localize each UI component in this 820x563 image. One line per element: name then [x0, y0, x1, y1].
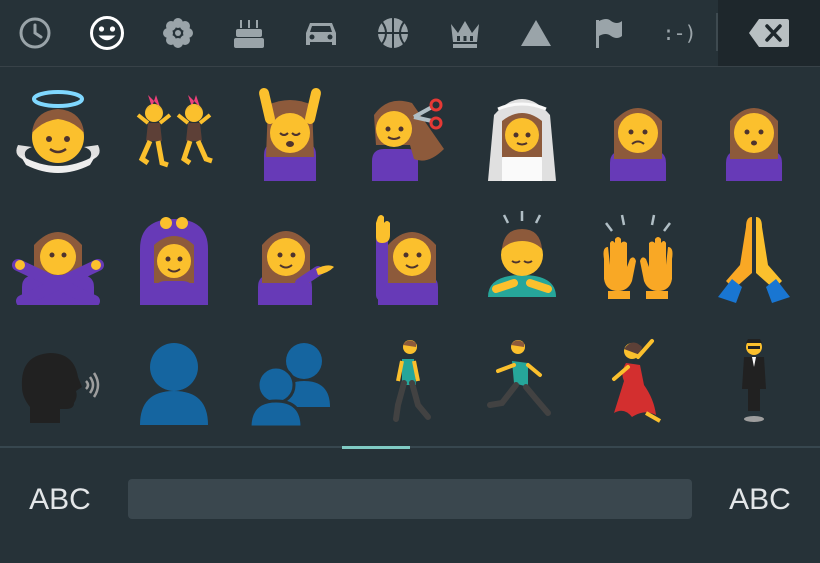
- emoji-busts-in-silhouette[interactable]: [232, 319, 348, 443]
- tab-food[interactable]: [224, 9, 274, 57]
- tab-smileys-people[interactable]: [82, 9, 132, 57]
- emoji-woman-dancing[interactable]: [580, 319, 696, 443]
- emoji-women-with-bunny-ears[interactable]: [116, 71, 232, 195]
- tab-nature[interactable]: [153, 9, 203, 57]
- emoji-angel[interactable]: [0, 71, 116, 195]
- emoji-woman-tipping-hand[interactable]: [232, 195, 348, 319]
- abc-left-button[interactable]: ABC: [0, 480, 120, 520]
- flower-icon: [163, 18, 193, 48]
- category-tabs: :-): [0, 0, 716, 66]
- crown-icon: [451, 21, 479, 48]
- emoji-woman-getting-haircut[interactable]: [348, 71, 464, 195]
- triangle-icon: [521, 20, 551, 46]
- emoji-folded-hands[interactable]: [696, 195, 812, 319]
- emoji-woman-frowning[interactable]: [580, 71, 696, 195]
- page-track: [0, 446, 820, 448]
- tab-flags[interactable]: [583, 9, 633, 57]
- emoji-bust-in-silhouette[interactable]: [116, 319, 232, 443]
- car-icon: [306, 23, 336, 45]
- emoji-raising-hands[interactable]: [580, 195, 696, 319]
- tab-travel[interactable]: [296, 9, 346, 57]
- tab-emoticons[interactable]: :-): [654, 9, 704, 57]
- emoji-man-in-business-suit-levitating[interactable]: [696, 319, 812, 443]
- emoji-woman-gesturing-no[interactable]: [0, 195, 116, 319]
- emoji-person-running[interactable]: [464, 319, 580, 443]
- emoji-person-walking[interactable]: [348, 319, 464, 443]
- emoji-bride-with-veil[interactable]: [464, 71, 580, 195]
- keyboard-bottom-bar: ABC ABC: [0, 449, 820, 563]
- emoji-person-bowing[interactable]: [464, 195, 580, 319]
- tab-symbols[interactable]: [511, 9, 561, 57]
- tab-activities[interactable]: [368, 9, 418, 57]
- emoji-category-bar: :-): [0, 0, 820, 66]
- backspace-icon: [749, 19, 789, 47]
- tab-recent[interactable]: [10, 9, 60, 57]
- abc-right-button[interactable]: ABC: [700, 480, 820, 520]
- emoji-woman-pouting[interactable]: [696, 71, 812, 195]
- basketball-icon: [378, 18, 408, 48]
- emoji-grid: [0, 67, 820, 445]
- flag-icon: [596, 19, 622, 48]
- recent-clock-icon: [19, 17, 51, 49]
- birthday-cake-icon: [234, 20, 264, 48]
- backspace-button[interactable]: [718, 0, 820, 66]
- emoji-woman-gesturing-ok[interactable]: [116, 195, 232, 319]
- emoji-speaking-head[interactable]: [0, 319, 116, 443]
- emoticon-text: :-): [662, 21, 696, 45]
- emoji-woman-getting-massage[interactable]: [232, 71, 348, 195]
- smiley-face-icon: [90, 16, 124, 50]
- emoji-woman-raising-hand[interactable]: [348, 195, 464, 319]
- space-bar[interactable]: [128, 479, 692, 519]
- tab-objects[interactable]: [440, 9, 490, 57]
